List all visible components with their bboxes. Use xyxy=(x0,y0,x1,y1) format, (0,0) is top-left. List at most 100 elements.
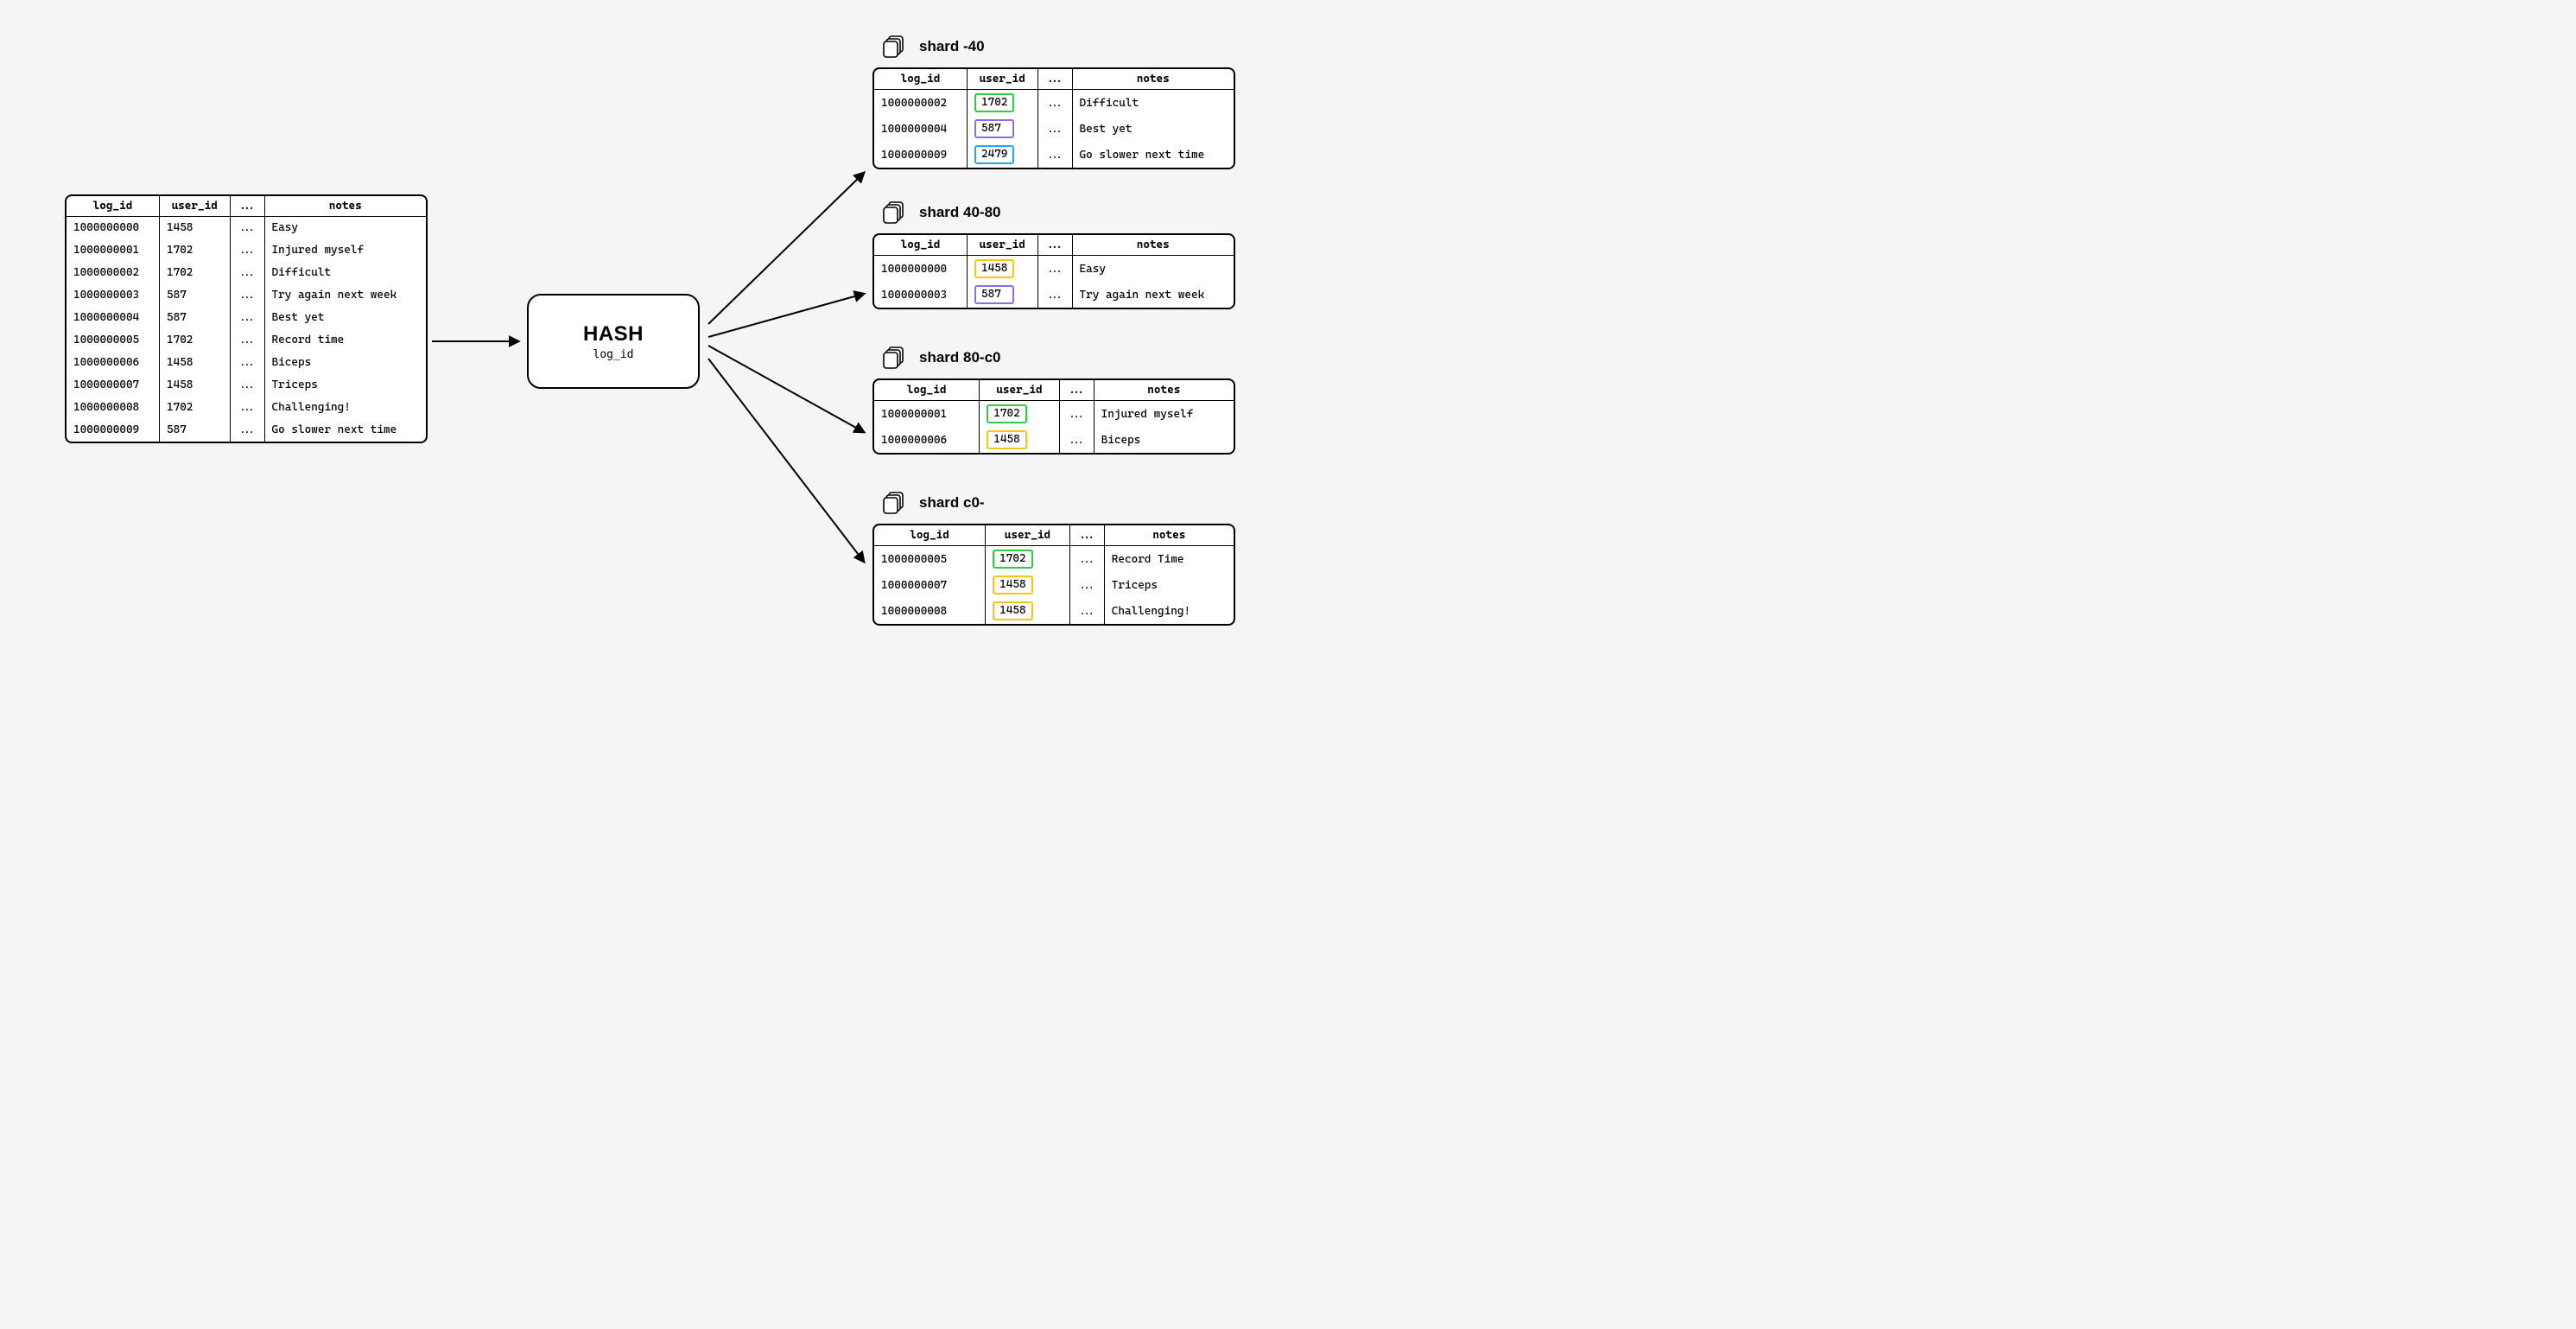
cell-notes: Difficult xyxy=(264,262,426,284)
cell-notes: Try again next week xyxy=(1072,282,1234,308)
database-stack-icon xyxy=(881,491,907,515)
cell-user-id: 2479 xyxy=(967,142,1037,168)
shard-2-label-text: shard 80-c0 xyxy=(919,349,1001,366)
shard-3-table: log_id user_id ... notes 10000000051702.… xyxy=(872,524,1235,626)
cell-user-id: 1458 xyxy=(986,572,1070,598)
user-id-highlight: 1458 xyxy=(993,575,1032,595)
table-row: 10000000081702...Challenging! xyxy=(67,397,426,419)
cell-log-id: 1000000002 xyxy=(874,90,967,117)
user-id-highlight: 1458 xyxy=(993,601,1032,620)
hash-title: HASH xyxy=(583,322,644,347)
user-id-highlight: 1702 xyxy=(974,93,1014,112)
cell-user-id: 587 xyxy=(159,284,230,307)
cell-user-id: 1702 xyxy=(159,397,230,419)
cell-user-id: 1458 xyxy=(159,352,230,374)
database-stack-icon xyxy=(881,346,907,370)
cell-log-id: 1000000008 xyxy=(67,397,159,419)
hash-function-box: HASH log_id xyxy=(527,294,700,389)
cell-dots: ... xyxy=(1037,90,1072,117)
database-stack-icon xyxy=(881,35,907,59)
table-row: 10000000061458...Biceps xyxy=(874,427,1234,453)
database-stack-icon xyxy=(881,200,907,225)
cell-dots: ... xyxy=(230,239,264,262)
shard-0-table: log_id user_id ... notes 10000000021702.… xyxy=(872,67,1235,169)
col-notes: notes xyxy=(264,196,426,217)
table-row: 10000000081458...Challenging! xyxy=(874,598,1234,624)
shard-1-label: shard 40-80 xyxy=(881,200,1001,225)
cell-notes: Biceps xyxy=(1094,427,1234,453)
shard-0-label: shard -40 xyxy=(881,35,985,59)
cell-notes: Record time xyxy=(264,329,426,352)
table-row: 1000000001 1702...Injured myself xyxy=(874,401,1234,428)
table-row: 10000000001458...Easy xyxy=(67,217,426,239)
col-dots: ... xyxy=(1037,235,1072,256)
cell-log-id: 1000000001 xyxy=(874,401,980,428)
col-notes: notes xyxy=(1072,235,1234,256)
cell-dots: ... xyxy=(230,329,264,352)
cell-notes: Challenging! xyxy=(1104,598,1234,624)
cell-notes: Injured myself xyxy=(1094,401,1234,428)
cell-log-id: 1000000003 xyxy=(67,284,159,307)
col-user-id: user_id xyxy=(967,235,1037,256)
cell-log-id: 1000000009 xyxy=(874,142,967,168)
cell-user-id: 587 xyxy=(159,419,230,442)
table-row: 10000000051702...Record time xyxy=(67,329,426,352)
cell-user-id: 1458 xyxy=(986,598,1070,624)
cell-user-id: 1458 xyxy=(967,256,1037,283)
cell-log-id: 1000000003 xyxy=(874,282,967,308)
cell-notes: Difficult xyxy=(1072,90,1234,117)
cell-user-id: 1702 xyxy=(159,329,230,352)
cell-user-id: 587 xyxy=(967,282,1037,308)
cell-user-id: 1702 xyxy=(980,401,1059,428)
cell-dots: ... xyxy=(1037,282,1072,308)
col-user-id: user_id xyxy=(980,380,1059,401)
cell-dots: ... xyxy=(1059,401,1094,428)
shard-1-label-text: shard 40-80 xyxy=(919,204,1001,221)
cell-log-id: 1000000004 xyxy=(874,116,967,142)
user-id-highlight: 2479 xyxy=(974,145,1014,164)
table-row: 1000000004587...Best yet xyxy=(67,307,426,329)
table-row: 10000000001458...Easy xyxy=(874,256,1234,283)
cell-log-id: 1000000005 xyxy=(67,329,159,352)
table-row: 1000000003587...Try again next week xyxy=(874,282,1234,308)
col-dots: ... xyxy=(1037,69,1072,90)
cell-dots: ... xyxy=(230,284,264,307)
cell-log-id: 1000000004 xyxy=(67,307,159,329)
cell-log-id: 1000000001 xyxy=(67,239,159,262)
col-user-id: user_id xyxy=(986,525,1070,546)
cell-user-id: 1458 xyxy=(159,217,230,239)
cell-user-id: 587 xyxy=(967,116,1037,142)
cell-log-id: 1000000009 xyxy=(67,419,159,442)
cell-log-id: 1000000002 xyxy=(67,262,159,284)
col-log-id: log_id xyxy=(874,69,967,90)
cell-dots: ... xyxy=(230,419,264,442)
cell-notes: Challenging! xyxy=(264,397,426,419)
hash-key: log_id xyxy=(593,348,634,361)
cell-dots: ... xyxy=(230,397,264,419)
table-row: 1000000003587...Try again next week xyxy=(67,284,426,307)
cell-log-id: 1000000008 xyxy=(874,598,986,624)
cell-user-id: 1458 xyxy=(159,374,230,397)
cell-notes: Best yet xyxy=(264,307,426,329)
cell-notes: Record Time xyxy=(1104,546,1234,573)
user-id-highlight: 1702 xyxy=(987,404,1026,423)
cell-dots: ... xyxy=(230,262,264,284)
cell-dots: ... xyxy=(1069,546,1104,573)
cell-notes: Easy xyxy=(1072,256,1234,283)
cell-notes: Best yet xyxy=(1072,116,1234,142)
source-table: log_id user_id ... notes 10000000001458.… xyxy=(65,194,428,443)
cell-user-id: 1702 xyxy=(159,262,230,284)
cell-notes: Triceps xyxy=(1104,572,1234,598)
cell-log-id: 1000000007 xyxy=(67,374,159,397)
table-row: 10000000011702...Injured myself xyxy=(67,239,426,262)
col-dots: ... xyxy=(1069,525,1104,546)
cell-notes: Go slower next time xyxy=(264,419,426,442)
col-dots: ... xyxy=(1059,380,1094,401)
col-notes: notes xyxy=(1104,525,1234,546)
table-row: 10000000071458...Triceps xyxy=(874,572,1234,598)
table-row: 1000000004587...Best yet xyxy=(874,116,1234,142)
shard-0-label-text: shard -40 xyxy=(919,38,985,55)
cell-log-id: 1000000000 xyxy=(874,256,967,283)
user-id-highlight: 587 xyxy=(974,119,1014,138)
col-dots: ... xyxy=(230,196,264,217)
